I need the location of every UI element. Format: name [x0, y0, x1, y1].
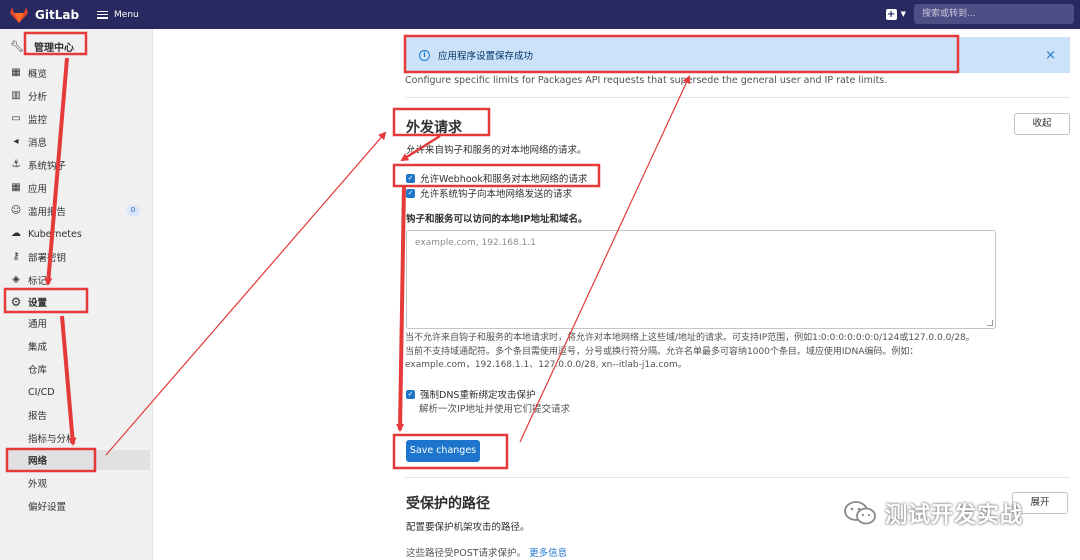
menu-button[interactable]: Menu — [97, 10, 139, 20]
sidebar-item-monitoring[interactable]: ▭ 监控 — [0, 109, 152, 129]
sidebar-sub-metrics[interactable]: 指标与分析 — [0, 428, 152, 448]
sidebar-item-label: 应用 — [28, 184, 48, 195]
collapse-button[interactable]: 收起 — [1014, 113, 1070, 135]
checkbox-label: 允许系统钩子向本地网络发送的请求 — [420, 189, 573, 200]
allowlist-textarea[interactable]: example.com, 192.168.1.1 — [406, 230, 996, 329]
sidebar: 🔧︎ 管理中心 ▦ 概览 ▥ 分析 ▭ 监控 ◂ 消息 ⚓︎ 系统钩子 ▦ 应用 ☺︎ 滥用报… — [0, 29, 153, 560]
sidebar-item-kubernetes[interactable]: ☁︎ Kubernetes — [0, 224, 152, 244]
packages-limit-description: Configure specific limits for Packages A… — [405, 75, 888, 86]
textarea-placeholder: example.com, 192.168.1.1 — [415, 238, 536, 248]
tanuki-icon — [10, 6, 28, 23]
protected-paths-title: 受保护的路径 — [406, 496, 490, 512]
sidebar-header[interactable]: 🔧︎ 管理中心 — [0, 35, 152, 57]
kubernetes-icon: ☁︎ — [11, 228, 21, 239]
help-line: example.com，192.168.1.1、127.0.0.0/28, xn… — [405, 360, 687, 370]
more-info-link[interactable]: 更多信息 — [529, 548, 567, 559]
search-input[interactable]: 搜索或转到... — [914, 4, 1074, 24]
section-divider — [405, 97, 1070, 98]
success-alert: i 应用程序设置保存成功 × — [405, 37, 1070, 73]
sidebar-header-label: 管理中心 — [33, 42, 74, 54]
sidebar-item-label: 分析 — [28, 92, 48, 103]
info-icon: i — [419, 49, 430, 61]
checkbox-label: 强制DNS重新绑定攻击保护 — [420, 390, 536, 401]
outbound-requests-title: 外发请求 — [406, 120, 462, 136]
grid-icon: ▦ — [11, 67, 21, 78]
checkbox-checked-icon: ✓ — [406, 173, 415, 183]
sidebar-item-label: 概览 — [28, 69, 48, 80]
protected-paths-subtitle: 配置要保护机架攻击的路径。 — [406, 522, 530, 533]
watermark: 测试开发实战 — [843, 497, 1023, 529]
chart-icon: ▥ — [11, 90, 21, 101]
sidebar-sub-reporting[interactable]: 报告 — [0, 405, 152, 425]
sidebar-item-overview[interactable]: ▦ 概览 — [0, 63, 152, 83]
sidebar-sub-integrations[interactable]: 集成 — [0, 336, 152, 356]
plus-icon: + — [885, 8, 897, 20]
sidebar-item-settings[interactable]: ⚙ 设置 — [0, 292, 152, 312]
app-name: GitLab — [35, 7, 80, 22]
sidebar-sub-network[interactable]: 网络 — [6, 450, 150, 470]
sidebar-item-abuse-reports[interactable]: ☺︎ 滥用报告 0 — [0, 201, 152, 221]
hamburger-icon — [97, 10, 109, 19]
help-line: 当前不支持域通配符。多个条目需使用逗号，分号或换行符分隔。允许名单最多可容纳10… — [405, 346, 919, 357]
outbound-requests-subtitle: 允许来自钩子和服务的对本地网络的请求。 — [406, 145, 587, 156]
wechat-icon — [844, 501, 876, 525]
hook-icon: ⚓︎ — [11, 159, 21, 170]
allow-webhook-local-checkbox[interactable]: ✓ 允许Webhook和服务对本地网络的请求 — [406, 171, 587, 185]
wrench-icon: 🔧︎ — [10, 39, 24, 53]
sidebar-item-label: 消息 — [28, 138, 48, 149]
sidebar-item-messages[interactable]: ◂ 消息 — [0, 132, 152, 152]
sidebar-item-label: 部署密钥 — [28, 253, 67, 264]
sidebar-item-label: 标记 — [28, 276, 48, 287]
apps-icon: ▦ — [11, 182, 21, 193]
sidebar-sub-preferences[interactable]: 偏好设置 — [0, 496, 152, 516]
allowlist-field-label: 钩子和服务可以访问的本地IP地址和域名。 — [406, 214, 588, 225]
main-content: i 应用程序设置保存成功 × Configure specific limits… — [153, 29, 1080, 560]
sidebar-item-deploy-keys[interactable]: ⚷ 部署密钥 — [0, 247, 152, 267]
sidebar-item-label: 设置 — [28, 298, 48, 309]
help-line: 当不允许来自钩子和服务的本地请求时，将允许对本地网络上这些域/地址的请求。可支持… — [405, 333, 975, 343]
note-text: 这些路径受POST请求保护。 — [406, 548, 527, 559]
dns-rebinding-checkbox[interactable]: ✓ 强制DNS重新绑定攻击保护 — [406, 387, 535, 401]
gear-icon: ⚙ — [10, 295, 22, 309]
sidebar-sub-ci-cd[interactable]: CI/CD — [0, 382, 152, 402]
sidebar-item-labels[interactable]: ◈ 标记 — [0, 270, 152, 290]
sidebar-item-label: 监控 — [28, 115, 48, 126]
top-navbar: GitLab Menu + ▼ 搜索或转到... — [0, 0, 1080, 29]
sidebar-sub-general[interactable]: 通用 — [0, 313, 152, 333]
flag-icon: ☺︎ — [10, 205, 22, 216]
sidebar-item-label: 系统钩子 — [28, 161, 67, 172]
sidebar-sub-repository[interactable]: 仓库 — [0, 359, 152, 379]
close-icon[interactable]: × — [1045, 48, 1056, 63]
chevron-down-icon: ▼ — [900, 10, 906, 18]
key-icon: ⚷ — [12, 251, 20, 262]
sidebar-item-applications[interactable]: ▦ 应用 — [0, 178, 152, 198]
allow-system-hooks-local-checkbox[interactable]: ✓ 允许系统钩子向本地网络发送的请求 — [406, 186, 572, 200]
dns-rebinding-help: 解析一次IP地址并使用它们提交请求 — [419, 404, 571, 415]
sidebar-item-label: 滥用报告 — [28, 207, 67, 218]
sidebar-item-system-hooks[interactable]: ⚓︎ 系统钩子 — [0, 155, 152, 175]
watermark-text: 测试开发实战 — [885, 503, 1024, 528]
sidebar-item-analytics[interactable]: ▥ 分析 — [0, 86, 152, 106]
resize-handle-icon[interactable] — [987, 320, 993, 326]
allowlist-help-text: 当不允许来自钩子和服务的本地请求时，将允许对本地网络上这些域/地址的请求。可支持… — [405, 332, 1005, 373]
monitor-icon: ▭ — [11, 113, 21, 124]
bullhorn-icon: ◂ — [13, 136, 19, 147]
section-divider — [405, 477, 1070, 478]
sidebar-item-label: Kubernetes — [28, 228, 82, 240]
alert-text: 应用程序设置保存成功 — [438, 51, 534, 62]
checkbox-checked-icon: ✓ — [406, 188, 415, 198]
protected-paths-note: 这些路径受POST请求保护。 更多信息 — [406, 545, 567, 559]
sidebar-sub-appearance[interactable]: 外观 — [0, 473, 152, 493]
count-badge: 0 — [126, 205, 140, 216]
save-changes-button[interactable]: Save changes — [406, 440, 480, 462]
menu-label: Menu — [114, 9, 139, 20]
gitlab-logo[interactable]: GitLab — [10, 6, 80, 23]
label-icon: ◈ — [12, 274, 20, 285]
checkbox-label: 允许Webhook和服务对本地网络的请求 — [420, 174, 588, 185]
checkbox-checked-icon: ✓ — [406, 389, 415, 399]
new-dropdown-button[interactable]: + ▼ — [885, 8, 906, 20]
